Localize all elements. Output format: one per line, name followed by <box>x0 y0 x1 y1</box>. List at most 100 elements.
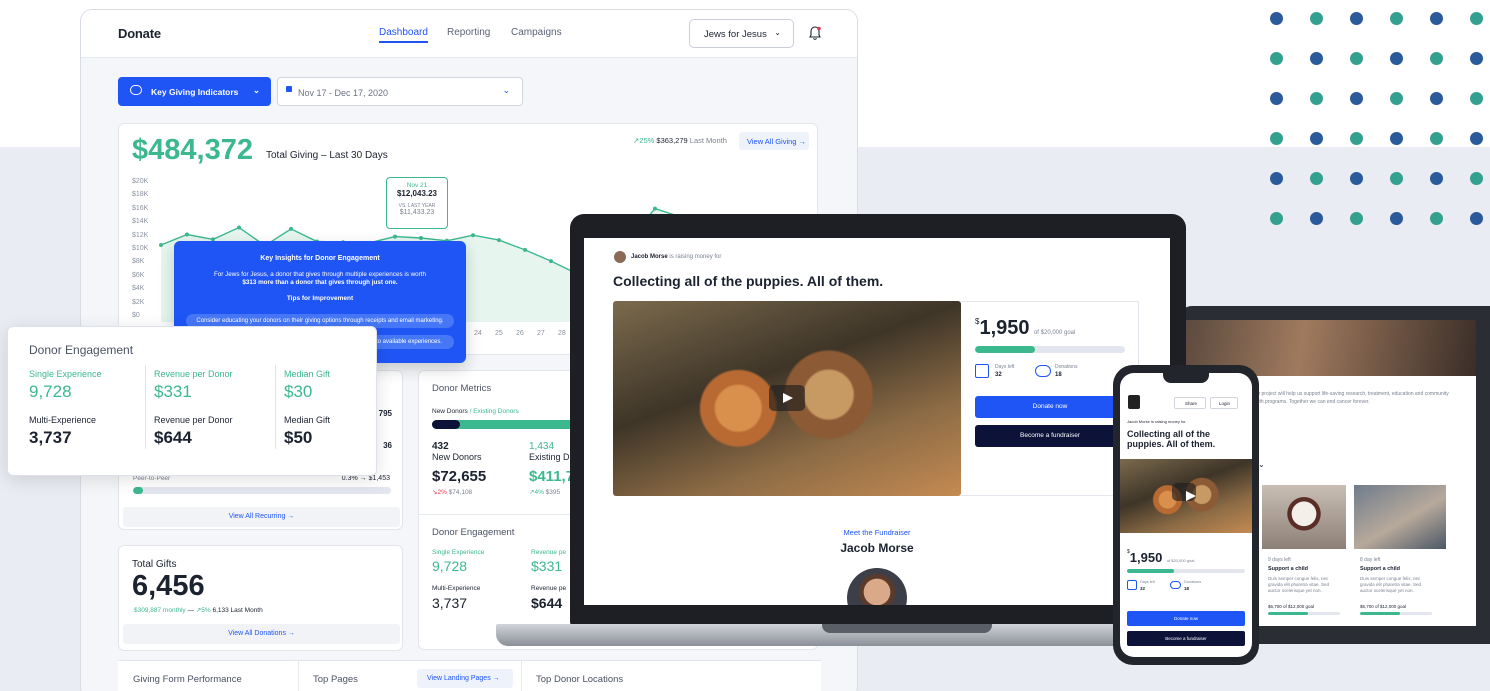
chart-point[interactable] <box>159 243 163 247</box>
piggy-bank-icon <box>1035 365 1051 377</box>
dot <box>1350 132 1363 145</box>
existing-donor-change: 4% <box>534 489 544 496</box>
new-donors-count: 432 <box>432 441 449 452</box>
new-donor-change: 2% <box>437 489 447 496</box>
phone-days: 32 <box>1140 586 1146 591</box>
laptop-raised-row: $1,950 of $20,000 goal <box>975 317 1075 340</box>
total-gifts-change: 5% <box>201 607 211 614</box>
engagement-rev-value: $331 <box>531 558 563 574</box>
phone-dog-video[interactable] <box>1120 459 1252 533</box>
existing-donor-revenue: $411,7 <box>529 468 575 485</box>
become-fundraiser-button[interactable]: Become a fundraiser <box>975 425 1125 447</box>
laptop-screen: Jacob Morse is raising money for Collect… <box>584 238 1170 605</box>
tab-reporting[interactable]: Reporting <box>447 27 490 38</box>
tab-dashboard[interactable]: Dashboard <box>379 27 428 43</box>
chart-point[interactable] <box>393 234 397 239</box>
dot <box>1430 52 1443 65</box>
laptop-fundraiser-name: Jacob Morse <box>631 254 668 260</box>
chart-point[interactable] <box>289 226 293 231</box>
chart-point[interactable] <box>653 206 657 211</box>
tooltip-date: Nov 21 <box>406 182 428 189</box>
app-logo[interactable]: Donate <box>118 26 161 41</box>
laptop-headline: Collecting all of the puppies. All of th… <box>613 273 884 289</box>
bottom-tabs: Giving Form Performance Top Pages View L… <box>118 660 821 691</box>
cupcake-image <box>1262 485 1346 549</box>
tips-title: Tips for Improvement <box>286 295 354 302</box>
dot <box>1430 172 1443 185</box>
engagement-rev2-value: $644 <box>531 595 563 611</box>
engagement-rev2-label: Revenue pe <box>531 585 567 592</box>
giving-form-performance-tab[interactable]: Giving Form Performance <box>133 674 242 685</box>
revenue-per-donor-2-value: $644 <box>154 428 192 447</box>
p2p-value: 0.3% → $1,453 <box>341 475 390 482</box>
top-donor-locations-tab[interactable]: Top Donor Locations <box>536 674 623 685</box>
new-donors-count-label: New Donors <box>432 452 482 462</box>
view-all-recurring-link[interactable]: View All Recurring → <box>123 507 400 527</box>
dot <box>1430 212 1443 225</box>
dot <box>1270 52 1283 65</box>
existing-donors-legend: Existing Donors <box>473 408 519 415</box>
dot <box>1390 12 1403 25</box>
date-range-select[interactable]: Nov 17 - Dec 17, 2020 ⌄ <box>277 77 523 106</box>
laptop-days: 32 <box>995 372 1002 378</box>
insight-line-1: For Jews for Jesus, a donor that gives t… <box>213 271 427 278</box>
chevron-down-icon[interactable]: ⌄ <box>1258 460 1265 469</box>
chart-point[interactable] <box>471 233 475 238</box>
view-all-donations-link[interactable]: View All Donations → <box>123 624 400 644</box>
laptop-days-label: Days left <box>995 364 1015 370</box>
tab-campaigns[interactable]: Campaigns <box>511 27 562 38</box>
chart-point[interactable] <box>497 238 501 243</box>
play-icon[interactable] <box>1172 483 1196 501</box>
recurring-side-value-2: 36 <box>383 441 392 450</box>
laptop-goal: of $20,000 goal <box>1033 330 1076 336</box>
dot <box>1390 52 1403 65</box>
view-all-giving-link[interactable]: View All Giving → <box>739 132 809 150</box>
dot <box>1270 212 1283 225</box>
card1-progress <box>1268 612 1340 615</box>
laptop-raised: 1,950 <box>979 317 1030 339</box>
total-gifts-monthly: $309,887 monthly <box>134 607 186 614</box>
divider <box>298 661 299 691</box>
y-tick: $2K <box>132 298 145 306</box>
tooltip-value: $12,043.23 <box>396 189 438 198</box>
piggy-bank-icon <box>1170 581 1181 589</box>
median-gift-2-label: Median Gift <box>284 415 331 425</box>
dot <box>1310 212 1323 225</box>
dog-video[interactable] <box>613 301 961 496</box>
insight-line-2: $313 more than a donor that gives throug… <box>242 279 398 286</box>
org-select-label: Jews for Jesus <box>704 29 767 40</box>
dot <box>1310 52 1323 65</box>
chart-point[interactable] <box>419 236 423 240</box>
phone-become-button[interactable]: Become a fundraiser <box>1127 631 1245 646</box>
calendar-icon <box>286 86 292 92</box>
bell-icon[interactable] <box>809 26 821 40</box>
chart-point[interactable] <box>185 232 189 237</box>
phone-donate-button[interactable]: Donate now <box>1127 611 1245 626</box>
share-button[interactable]: Share <box>1174 397 1206 409</box>
chart-point[interactable] <box>549 259 553 264</box>
login-button[interactable]: Login <box>1210 397 1238 409</box>
new-donor-prior: $74,108 <box>448 489 473 496</box>
laptop-raising-row: Jacob Morse is raising money for <box>631 254 721 260</box>
org-select[interactable]: Jews for Jesus ⌄ <box>689 19 794 48</box>
chart-point[interactable] <box>523 247 527 252</box>
donate-now-button[interactable]: Donate now <box>975 396 1125 418</box>
phone-raised: 1,950 <box>1129 550 1163 565</box>
chart-point[interactable] <box>237 225 241 230</box>
single-experience-value: 9,728 <box>29 382 72 401</box>
view-landing-pages-link[interactable]: View Landing Pages → <box>417 669 513 688</box>
recurring-side-value-1: 795 <box>378 409 392 418</box>
total-gifts-title: Total Gifts <box>132 559 177 570</box>
giving-change: 25% <box>639 136 655 145</box>
card2-desc: Duis semper congue felis, nec gravida el… <box>1360 576 1422 593</box>
y-tick: $16K <box>132 204 149 212</box>
play-icon[interactable] <box>769 385 805 411</box>
y-tick: $14K <box>132 218 149 226</box>
total-giving-value: $484,372 <box>132 134 253 166</box>
top-pages-tab[interactable]: Top Pages <box>313 674 358 685</box>
y-tick: $12K <box>132 231 149 239</box>
dot <box>1430 92 1443 105</box>
dot <box>1390 172 1403 185</box>
single-experience-label: Single Experience <box>29 369 102 379</box>
key-indicators-button[interactable]: Key Giving Indicators ⌄ <box>118 77 271 106</box>
